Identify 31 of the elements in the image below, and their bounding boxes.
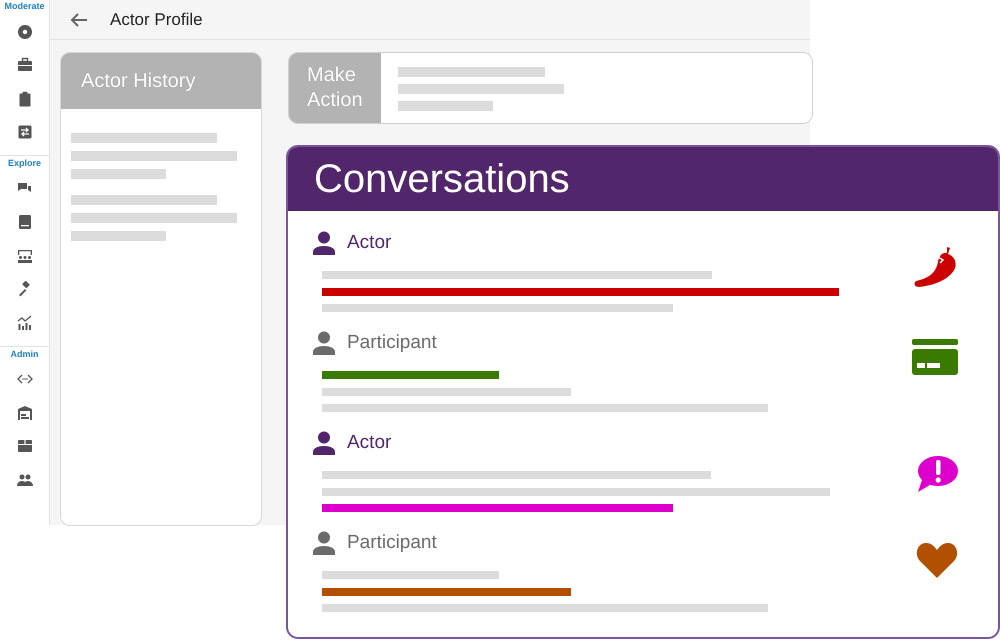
sender-name: Participant: [347, 332, 437, 354]
section-title: Explore: [6, 157, 42, 170]
alert-bubble-icon: [916, 456, 958, 492]
sender-name: Actor: [347, 232, 392, 254]
person-icon: [313, 531, 335, 555]
back-arrow-icon[interactable]: [70, 12, 88, 28]
person-icon: [313, 431, 335, 455]
heart-icon: [916, 542, 958, 578]
org-chart-icon[interactable]: [16, 248, 32, 264]
card-title: Make Action: [307, 63, 364, 113]
sender-name: Actor: [347, 432, 392, 454]
person-icon: [313, 331, 335, 355]
warehouse-icon[interactable]: [16, 404, 32, 421]
book-icon[interactable]: [16, 214, 32, 230]
card-title: Actor History: [81, 70, 196, 92]
chili-icon: [914, 246, 958, 288]
person-icon: [313, 231, 335, 255]
card-title: Conversations: [314, 156, 570, 202]
briefcase-icon[interactable]: [16, 57, 32, 74]
gavel-icon[interactable]: [16, 281, 32, 298]
sender-name: Participant: [347, 532, 437, 554]
section-title: Moderate: [3, 0, 46, 13]
disc-icon[interactable]: [16, 24, 32, 40]
swap-icon[interactable]: [16, 124, 32, 140]
card-icon: [912, 338, 958, 374]
page-title: Actor Profile: [110, 10, 203, 30]
clipboard-icon[interactable]: [16, 90, 32, 107]
people-icon[interactable]: [16, 472, 32, 488]
chart-icon[interactable]: [16, 314, 32, 331]
section-title: Admin: [10, 348, 40, 360]
box-icon[interactable]: [16, 438, 32, 454]
